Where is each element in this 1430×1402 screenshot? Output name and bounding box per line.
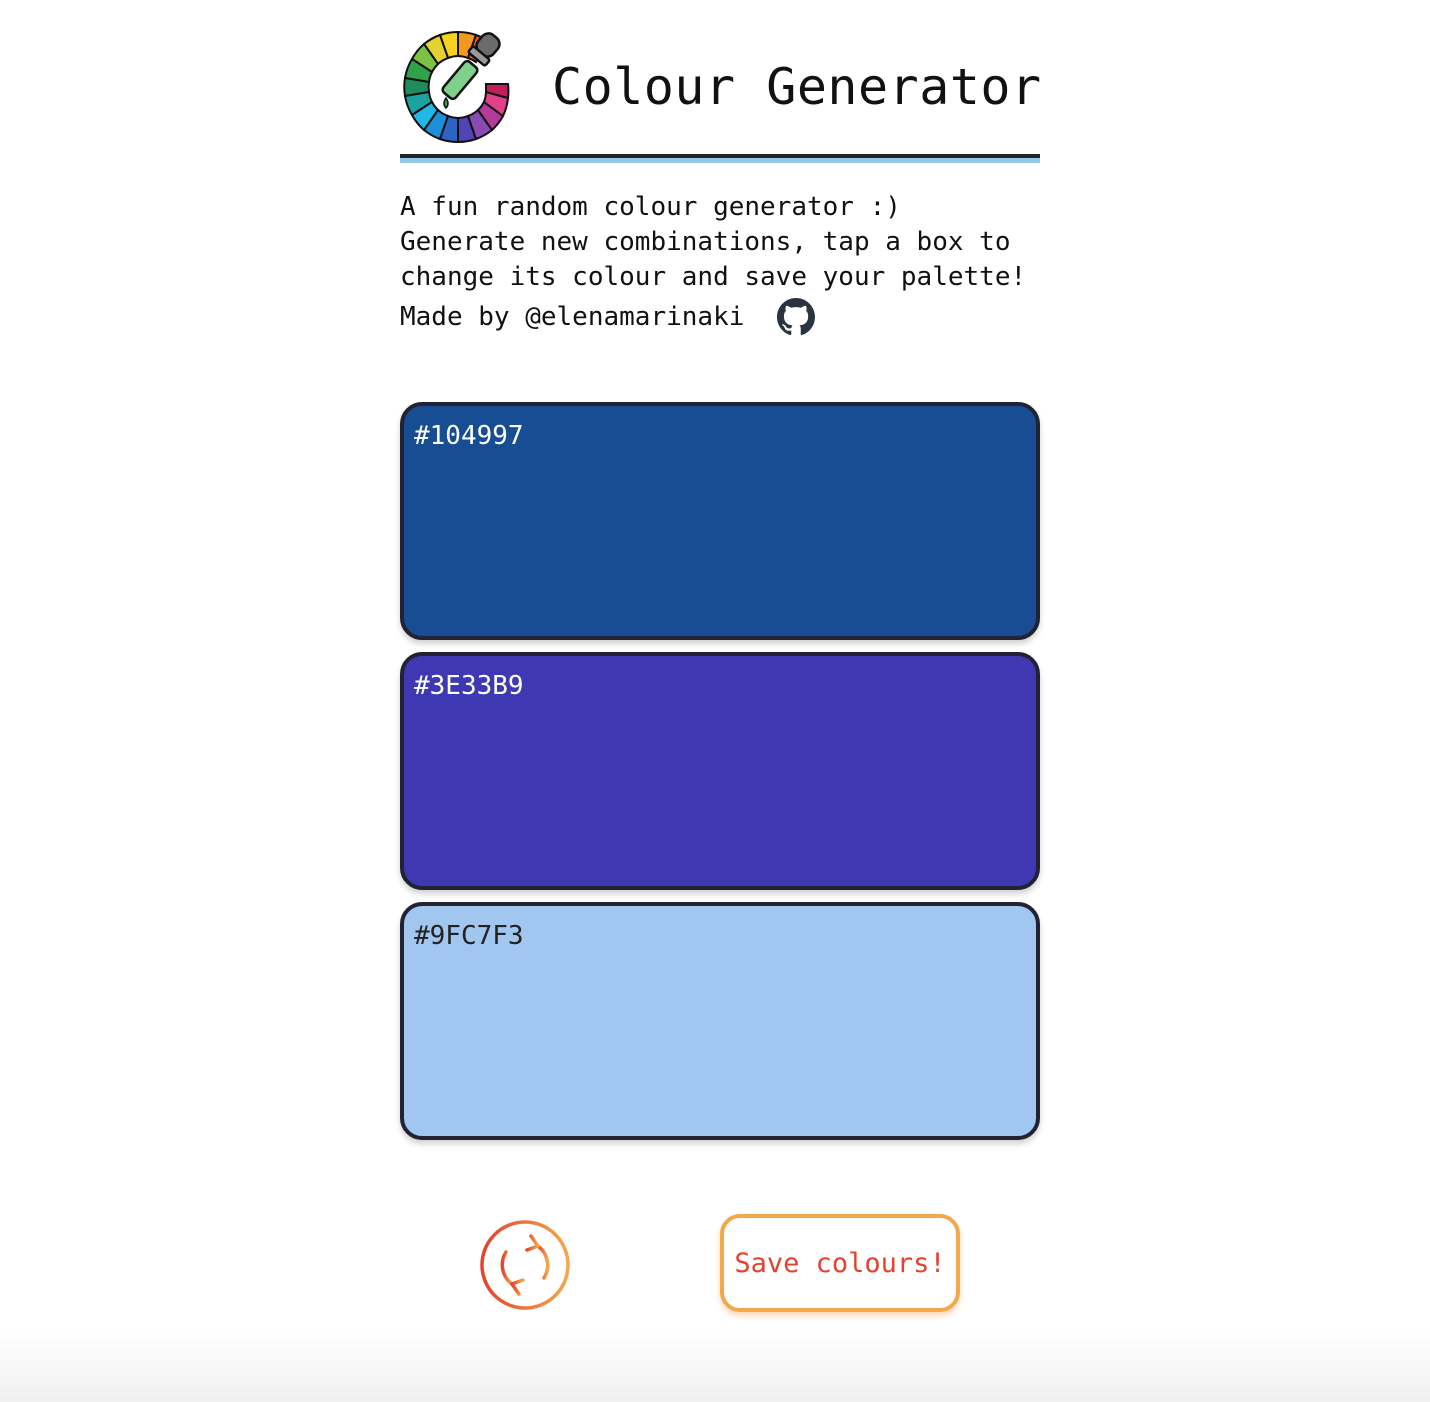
colour-hex-label: #3E33B9 bbox=[414, 671, 524, 701]
intro-line-2: Generate new combinations, tap a box to bbox=[400, 227, 1011, 257]
palette-dropper-icon bbox=[403, 30, 510, 144]
colour-box-1[interactable]: #104997 bbox=[400, 402, 1040, 640]
save-colours-button[interactable]: Save colours! bbox=[720, 1214, 960, 1312]
made-by-text: Made by @elenamarinaki bbox=[400, 301, 745, 332]
refresh-icon bbox=[480, 1220, 570, 1310]
page-title: Colour Generator bbox=[552, 58, 1042, 116]
bottom-shade bbox=[0, 1330, 1430, 1402]
github-link[interactable] bbox=[777, 298, 816, 336]
controls: Save colours! bbox=[400, 1214, 1040, 1324]
colour-boxes: #104997 #3E33B9 #9FC7F3 bbox=[400, 402, 1040, 1152]
colour-box-3[interactable]: #9FC7F3 bbox=[400, 902, 1040, 1140]
github-icon bbox=[777, 298, 816, 336]
header: Colour Generator bbox=[400, 0, 1042, 154]
intro-line-3: change its colour and save your palette! bbox=[400, 262, 1027, 292]
colour-box-2[interactable]: #3E33B9 bbox=[400, 652, 1040, 890]
refresh-button[interactable] bbox=[478, 1218, 572, 1312]
header-divider bbox=[400, 154, 1040, 163]
colour-hex-label: #9FC7F3 bbox=[414, 921, 524, 951]
intro-line-1: A fun random colour generator :) bbox=[400, 192, 901, 222]
intro-text: A fun random colour generator :) Generat… bbox=[400, 190, 1060, 336]
main-container: Colour Generator A fun random colour gen… bbox=[400, 0, 1042, 1312]
made-by-row: Made by @elenamarinaki bbox=[400, 298, 1060, 336]
colour-hex-label: #104997 bbox=[414, 421, 524, 451]
page: Colour Generator A fun random colour gen… bbox=[0, 0, 1430, 1402]
